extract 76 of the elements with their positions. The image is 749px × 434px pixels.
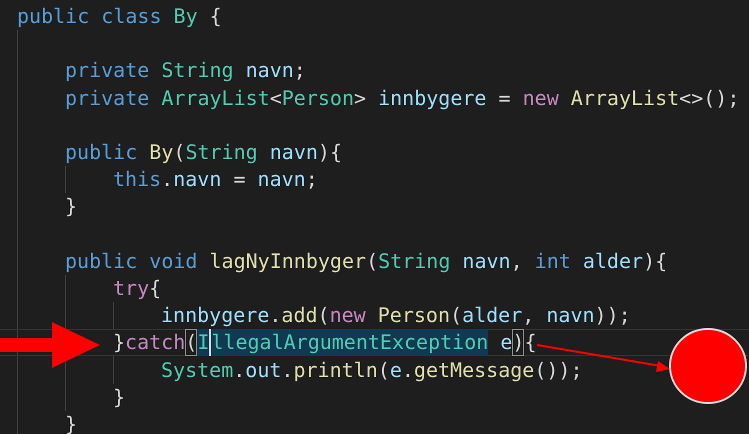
code-token: private — [65, 84, 150, 112]
code-token: System — [161, 356, 234, 384]
code-token: ; — [306, 166, 318, 194]
code-token: Person — [378, 302, 450, 330]
code-token: new — [522, 84, 560, 112]
code-token: < — [270, 84, 282, 112]
code-token: String — [185, 139, 259, 166]
code-token: int — [534, 248, 572, 275]
code-token: e — [390, 356, 402, 384]
code-token: { — [149, 274, 162, 302]
code-token: . — [281, 356, 294, 384]
code-token: { — [524, 329, 536, 356]
code-token: navn — [270, 139, 318, 166]
code-token: { — [210, 3, 222, 30]
code-token: innbygere — [161, 302, 270, 330]
code-token: navn — [246, 57, 294, 84]
matched-bracket: ) — [512, 329, 524, 356]
selected-code-token: I — [197, 329, 212, 356]
code-token: ( — [173, 139, 186, 166]
code-token: String — [378, 248, 452, 275]
code-token: <>(); — [679, 84, 740, 112]
code-token: = — [498, 84, 512, 112]
code-token: alder — [582, 248, 644, 275]
code-token: new — [330, 302, 367, 330]
code-token: ( — [450, 302, 462, 330]
annotation-circle-icon — [668, 327, 748, 405]
code-token: ( — [378, 356, 390, 384]
code-token: } — [65, 410, 78, 434]
code-token: , — [522, 302, 536, 330]
code-token: lagNyInnbyger — [210, 248, 366, 275]
code-token: e — [499, 329, 512, 356]
code-token: } — [113, 329, 126, 356]
code-token: innbygere — [378, 84, 488, 112]
code-token: ()); — [534, 356, 582, 384]
code-token: } — [65, 193, 78, 220]
code-token: ArrayList — [570, 84, 680, 112]
code-token: out — [245, 356, 282, 384]
code-token: ){ — [643, 248, 668, 275]
matched-bracket: ( — [185, 329, 198, 356]
selected-code-token: llegalArgumentException — [211, 329, 488, 356]
code-token: > — [354, 84, 368, 112]
code-token: ){ — [318, 139, 342, 166]
code-token: ArrayList — [161, 84, 270, 112]
code-token: By — [174, 3, 199, 30]
code-token: this — [113, 166, 162, 194]
code-token: ( — [366, 248, 378, 275]
code-token: try — [113, 274, 150, 302]
code-token: private — [65, 57, 150, 84]
code-token: Person — [282, 84, 354, 112]
code-token: public — [65, 139, 138, 166]
code-token: navn — [258, 166, 306, 194]
code-token: getMessage — [414, 356, 534, 384]
code-token: alder — [462, 302, 522, 330]
code-token: ( — [318, 302, 330, 330]
code-token: ; — [294, 57, 306, 84]
code-token: add — [281, 302, 318, 330]
code-token: . — [233, 356, 246, 384]
code-token: void — [149, 248, 198, 275]
code-token: . — [161, 166, 174, 194]
code-token: = — [233, 166, 246, 194]
code-token: } — [113, 384, 126, 411]
code-token: , — [510, 248, 524, 275]
code-token: )); — [594, 302, 631, 330]
code-token: navn — [546, 302, 595, 330]
code-token: public — [65, 248, 138, 275]
code-token: class — [101, 3, 163, 30]
code-token: public — [17, 3, 90, 30]
code-token: . — [269, 302, 282, 330]
code-token: navn — [462, 248, 511, 275]
code-token: navn — [173, 166, 222, 194]
code-token: String — [161, 57, 235, 84]
annotation-arrow-icon — [0, 322, 100, 368]
code-token: println — [293, 356, 378, 384]
code-token: By — [149, 139, 174, 166]
code-token: . — [402, 356, 414, 384]
code-token: catch — [125, 329, 186, 356]
